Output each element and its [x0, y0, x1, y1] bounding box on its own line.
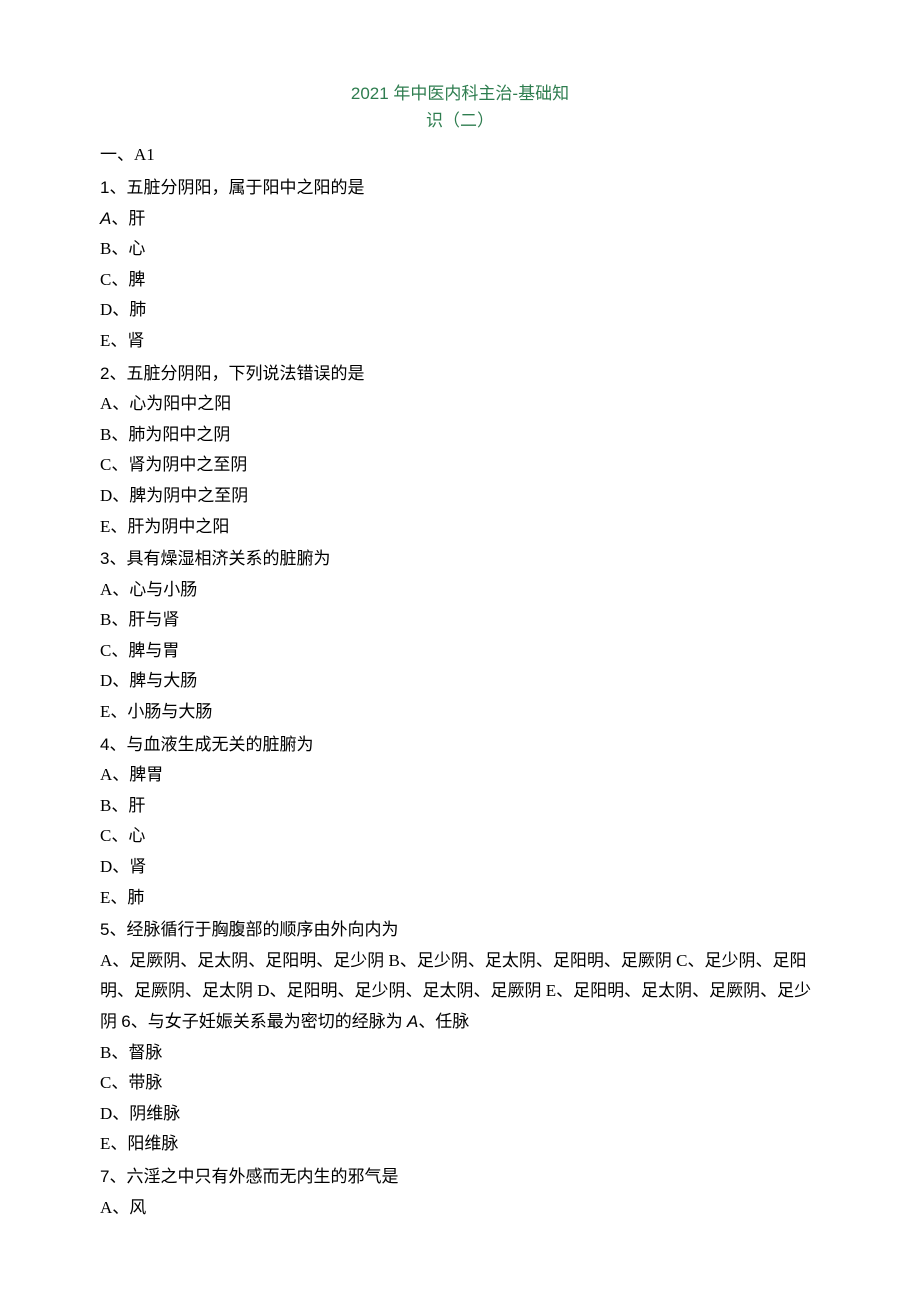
- question-text: 7、六淫之中只有外感而无内生的邪气是: [100, 1162, 820, 1193]
- option-c: C、心: [100, 821, 820, 852]
- option-letter: B: [100, 239, 111, 258]
- option-b: B、肝: [100, 791, 820, 822]
- option-letter: B: [100, 1043, 111, 1062]
- question-2: 2、五脏分阴阳，下列说法错误的是 A、心为阳中之阳 B、肺为阳中之阴 C、肾为阴…: [100, 359, 820, 543]
- option-b: B、肺为阳中之阴: [100, 420, 820, 451]
- document-page: 2021 年中医内科主治-基础知 识（二） 一、A1 1、五脏分阴阳，属于阳中之…: [0, 0, 920, 1283]
- option-e: E、肺: [100, 883, 820, 914]
- flow-options-block: A、足厥阴、足太阴、足阳明、足少阴 B、足少阴、足太阴、足阳明、足厥阴 C、足少…: [100, 946, 820, 1038]
- option-letter: B: [100, 796, 111, 815]
- option-c: C、带脉: [100, 1068, 820, 1099]
- question-text: 2、五脏分阴阳，下列说法错误的是: [100, 359, 820, 390]
- option-letter: D: [100, 486, 112, 505]
- option-letter: C: [100, 641, 111, 660]
- option-letter: A: [100, 1198, 112, 1217]
- option-letter: D: [100, 300, 112, 319]
- option-e: E、阳维脉: [100, 1129, 820, 1160]
- option-c: C、脾与胃: [100, 636, 820, 667]
- option-letter: D: [100, 857, 112, 876]
- question-1: 1、五脏分阴阳，属于阳中之阳的是 A、肝 B、心 C、脾 D、肺 E、肾: [100, 173, 820, 357]
- option-letter: E: [100, 331, 110, 350]
- option-letter: D: [100, 671, 112, 690]
- option-letter: C: [100, 1073, 111, 1092]
- option-c: C、肾为阴中之至阴: [100, 450, 820, 481]
- option-e: E、肾: [100, 326, 820, 357]
- option-letter: B: [100, 610, 111, 629]
- option-d: D、脾与大肠: [100, 666, 820, 697]
- option-d: D、肾: [100, 852, 820, 883]
- option-letter: A: [100, 209, 111, 228]
- question-3: 3、具有燥湿相济关系的脏腑为 A、心与小肠 B、肝与肾 C、脾与胃 D、脾与大肠…: [100, 544, 820, 728]
- option-letter: A: [100, 580, 112, 599]
- option-d: D、脾为阴中之至阴: [100, 481, 820, 512]
- question-text: 5、经脉循行于胸腹部的顺序由外向内为: [100, 915, 820, 946]
- option-letter: E: [100, 1134, 110, 1153]
- option-a: A、肝: [100, 204, 820, 235]
- question-5: 5、经脉循行于胸腹部的顺序由外向内为 A、足厥阴、足太阴、足阳明、足少阴 B、足…: [100, 915, 820, 1160]
- question-text: 1、五脏分阴阳，属于阳中之阳的是: [100, 173, 820, 204]
- option-a: A、风: [100, 1193, 820, 1224]
- option-d: D、肺: [100, 295, 820, 326]
- option-letter: E: [100, 702, 110, 721]
- option-a: A、心与小肠: [100, 575, 820, 606]
- section-label: 一、A1: [100, 140, 820, 171]
- title-line-1: 2021 年中医内科主治-基础知: [100, 80, 820, 107]
- option-letter: A: [100, 394, 112, 413]
- option-c: C、脾: [100, 265, 820, 296]
- option-letter: E: [100, 517, 110, 536]
- option-letter: C: [100, 455, 111, 474]
- option-e: E、肝为阴中之阳: [100, 512, 820, 543]
- question-7: 7、六淫之中只有外感而无内生的邪气是 A、风: [100, 1162, 820, 1223]
- option-letter: C: [100, 270, 111, 289]
- question-number: 6: [121, 1012, 130, 1031]
- title-line-2: 识（二）: [100, 107, 820, 134]
- option-a: A、心为阳中之阳: [100, 389, 820, 420]
- question-text: 3、具有燥湿相济关系的脏腑为: [100, 544, 820, 575]
- question-text: 4、与血液生成无关的脏腑为: [100, 730, 820, 761]
- option-a: A、脾胃: [100, 760, 820, 791]
- question-4: 4、与血液生成无关的脏腑为 A、脾胃 B、肝 C、心 D、肾 E、肺: [100, 730, 820, 914]
- option-b: B、心: [100, 234, 820, 265]
- option-letter: A: [100, 765, 112, 784]
- option-d: D、阴维脉: [100, 1099, 820, 1130]
- option-b: B、督脉: [100, 1038, 820, 1069]
- option-e: E、小肠与大肠: [100, 697, 820, 728]
- option-letter: C: [100, 826, 111, 845]
- option-letter: D: [100, 1104, 112, 1123]
- option-letter: B: [100, 425, 111, 444]
- option-letter: A: [407, 1012, 418, 1031]
- option-letter: E: [100, 888, 110, 907]
- option-b: B、肝与肾: [100, 605, 820, 636]
